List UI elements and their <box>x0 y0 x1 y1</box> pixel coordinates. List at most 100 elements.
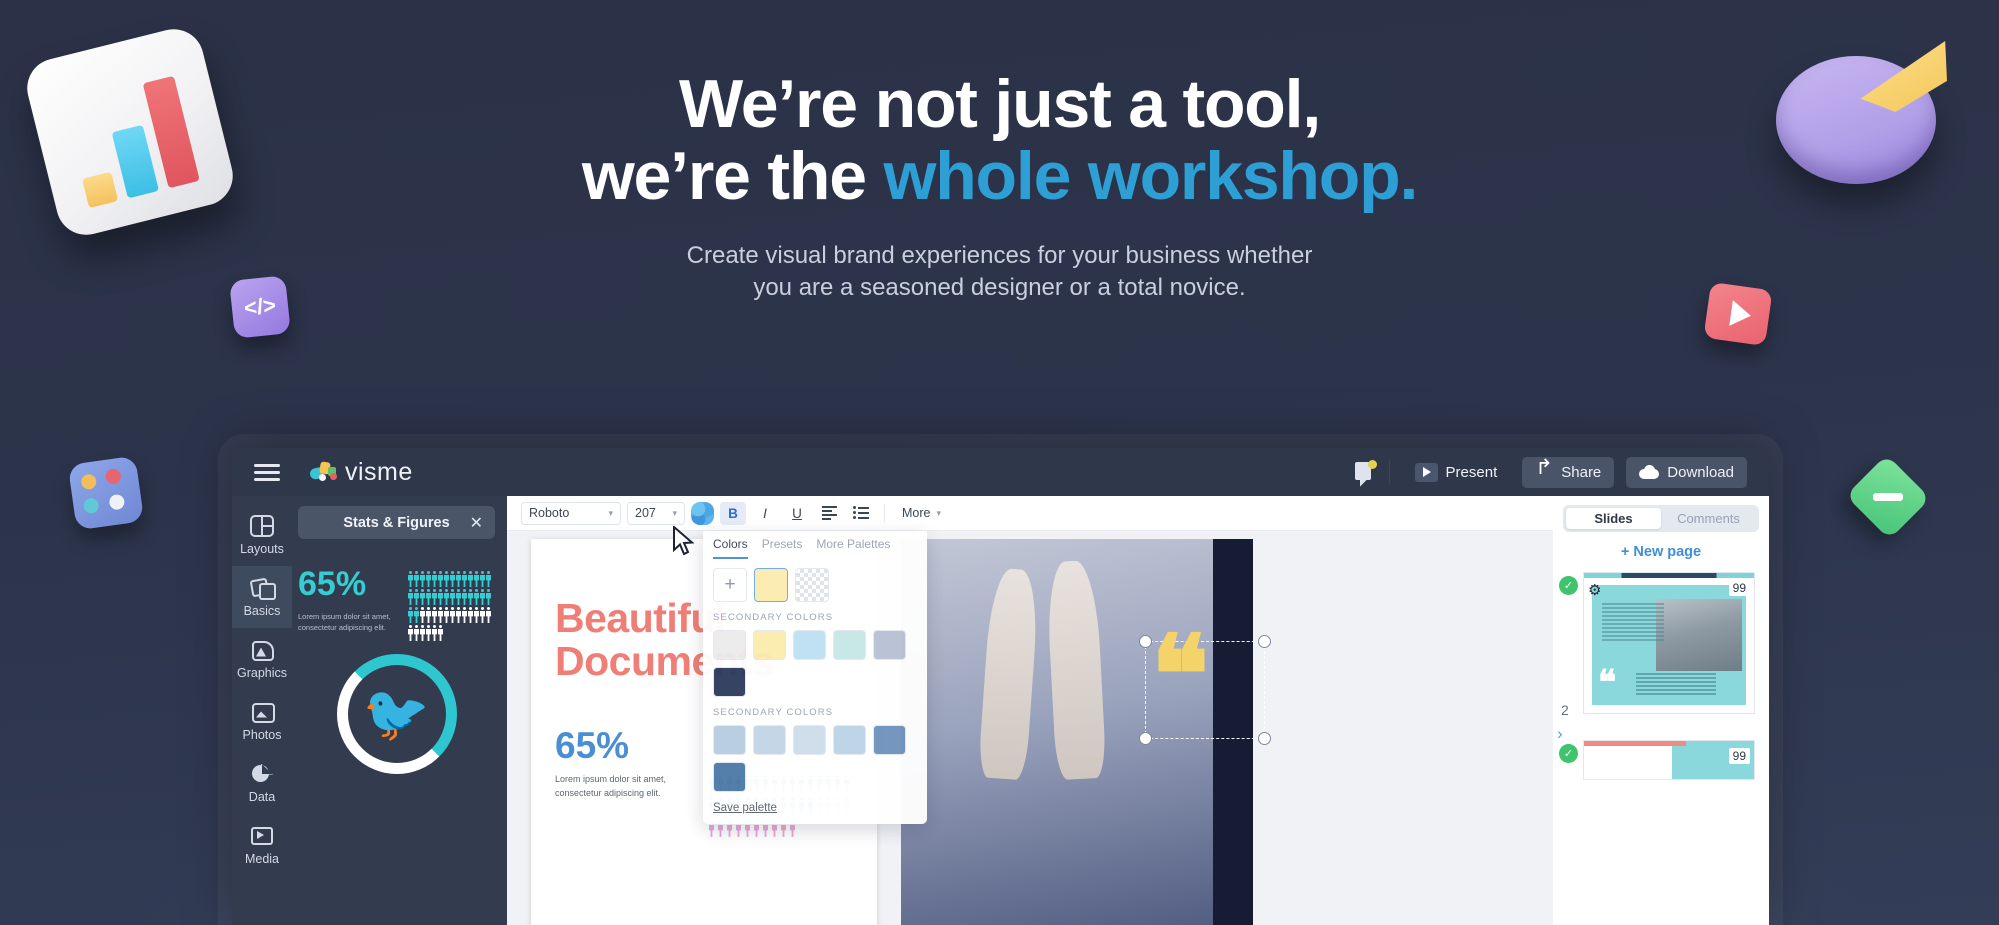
tab-colors[interactable]: Colors <box>713 537 748 559</box>
doc-lorem-line-1: Lorem ipsum dolor sit amet, <box>555 774 667 785</box>
pictogram-person <box>763 821 771 843</box>
secondary-swatch-5[interactable] <box>713 667 746 697</box>
sidebar-item-data[interactable]: Data <box>232 752 292 814</box>
color-palette-dropdown[interactable]: Colors Presets More Palettes + SECONDARY… <box>703 531 927 824</box>
brand-name: visme <box>345 457 413 486</box>
secondary-swatch-1[interactable] <box>753 725 786 755</box>
pictogram-person <box>474 589 479 606</box>
underline-button[interactable]: U <box>784 502 810 525</box>
pictogram-person <box>468 571 473 588</box>
secondary-swatch-4[interactable] <box>873 630 906 660</box>
hamburger-menu-icon[interactable] <box>254 460 280 485</box>
pictogram-person <box>781 821 789 843</box>
stat-widget-percent[interactable]: 65% Lorem ipsum dolor sit amet, consecte… <box>298 567 495 642</box>
secondary-swatch-5[interactable] <box>713 762 746 792</box>
canvas-area: Roboto ▾ 207 ▾ B I U More ▾ Beautiful Do… <box>507 496 1553 925</box>
slide-thumbnail-item[interactable]: ✓ 99 <box>1559 740 1755 780</box>
pictogram-person <box>450 607 455 624</box>
tab-comments[interactable]: Comments <box>1661 508 1756 529</box>
primary-swatch-yellow[interactable] <box>754 568 788 602</box>
gear-icon[interactable]: ⚙ <box>1588 581 1601 599</box>
sidebar-item-media[interactable]: Media <box>232 814 292 876</box>
tab-more-palettes[interactable]: More Palettes <box>816 537 890 559</box>
pictogram-person <box>408 625 413 642</box>
sidebar-item-basics[interactable]: Basics <box>232 566 292 628</box>
sidebar-item-label: Data <box>248 789 276 804</box>
pictogram-person <box>420 589 425 606</box>
more-label: More <box>902 506 931 520</box>
pictogram-person <box>745 821 753 843</box>
secondary-swatch-0[interactable] <box>713 725 746 755</box>
panel-header[interactable]: Stats & Figures ✕ <box>298 506 495 539</box>
slides-panel: Slides Comments + New page ✓ ⚙ 99 ❝ 2 › <box>1553 496 1769 925</box>
doc-lorem-text: Lorem ipsum dolor sit amet, consectetur … <box>531 764 671 801</box>
secondary-swatch-2[interactable] <box>793 725 826 755</box>
pictogram-person <box>468 607 473 624</box>
sidebar-item-graphics[interactable]: Graphics <box>232 628 292 690</box>
layouts-icon <box>250 514 274 537</box>
pictogram-person <box>438 589 443 606</box>
graphics-icon <box>250 639 274 661</box>
bold-button[interactable]: B <box>720 501 746 525</box>
stat-widget-donut[interactable]: 🐦 <box>336 654 457 774</box>
secondary-swatch-2[interactable] <box>793 630 826 660</box>
share-button[interactable]: Share <box>1522 455 1615 488</box>
secondary-colors-label-2: SECONDARY COLORS <box>713 707 834 718</box>
pictogram-person <box>414 607 419 624</box>
pictogram-person <box>456 589 461 606</box>
resize-handle-bottom-left[interactable] <box>1139 732 1152 745</box>
secondary-swatch-3[interactable] <box>833 725 866 755</box>
secondary-swatch-1[interactable] <box>753 630 786 660</box>
canvas-scroll-region[interactable]: Beautiful Documents 65% Lorem ipsum dolo… <box>507 531 1553 925</box>
pictogram-person <box>727 821 735 843</box>
align-left-button[interactable] <box>816 502 842 525</box>
sidebar-item-layouts[interactable]: Layouts <box>232 504 292 566</box>
expand-chevron-icon[interactable]: › <box>1557 724 1563 744</box>
tab-slides[interactable]: Slides <box>1566 508 1661 529</box>
more-options-button[interactable]: More ▾ <box>895 502 948 525</box>
bulleted-list-icon <box>853 506 869 519</box>
download-button[interactable]: Download <box>1626 456 1747 488</box>
sidebar-item-label: Graphics <box>236 665 288 680</box>
pictogram-person <box>462 589 467 606</box>
italic-button[interactable]: I <box>752 502 778 525</box>
resize-handle-top-left[interactable] <box>1139 635 1152 648</box>
sidebar-item-photos[interactable]: Photos <box>232 690 292 752</box>
notes-icon[interactable] <box>1354 460 1377 487</box>
pictogram-person <box>462 607 467 624</box>
secondary-swatch-4[interactable] <box>873 725 906 755</box>
resize-handle-bottom-right[interactable] <box>1258 732 1271 745</box>
font-family-select[interactable]: Roboto ▾ <box>521 501 621 525</box>
resize-handle-top-right[interactable] <box>1258 635 1271 648</box>
slides-panel-tabs: Slides Comments <box>1563 505 1759 532</box>
new-page-button[interactable]: + New page <box>1553 532 1769 566</box>
present-button[interactable]: Present <box>1402 456 1511 489</box>
save-palette-link[interactable]: Save palette <box>703 795 777 814</box>
text-color-swatch-button[interactable] <box>691 501 714 525</box>
secondary-swatch-3[interactable] <box>833 630 866 660</box>
primary-swatch-transparent[interactable] <box>795 568 829 602</box>
slide-thumbnail[interactable]: ⚙ 99 ❝ <box>1583 572 1755 714</box>
add-color-button[interactable]: + <box>713 568 747 602</box>
tab-presets[interactable]: Presets <box>762 537 803 559</box>
selected-quote-element[interactable]: ❝ <box>1139 621 1271 745</box>
stat-percent-value: 65% <box>298 565 367 603</box>
slide-thumbnail[interactable]: 99 <box>1583 740 1755 780</box>
toolbar-divider <box>884 504 885 522</box>
secondary-swatch-row-1 <box>703 627 927 700</box>
share-icon <box>1535 455 1553 480</box>
chevron-down-icon: ▾ <box>608 507 613 518</box>
slide-thumbnail-item[interactable]: ✓ ⚙ 99 ❝ 2 › <box>1557 572 1755 743</box>
secondary-swatch-0[interactable] <box>713 630 746 660</box>
brand-logo[interactable]: visme <box>308 457 413 487</box>
pictogram-person <box>426 607 431 624</box>
font-size-select[interactable]: 207 ▾ <box>627 501 685 525</box>
sidebar-item-label: Photos <box>242 727 282 742</box>
stat-caption-line-1: Lorem ipsum dolor sit amet, <box>298 612 391 621</box>
stat-caption: Lorem ipsum dolor sit amet, consectetur … <box>298 611 394 634</box>
close-icon[interactable]: ✕ <box>470 513 483 533</box>
pictogram-person <box>450 571 455 588</box>
toolbar-divider <box>1388 460 1390 484</box>
cloud-download-icon <box>1639 465 1660 479</box>
bulleted-list-button[interactable] <box>848 502 874 525</box>
